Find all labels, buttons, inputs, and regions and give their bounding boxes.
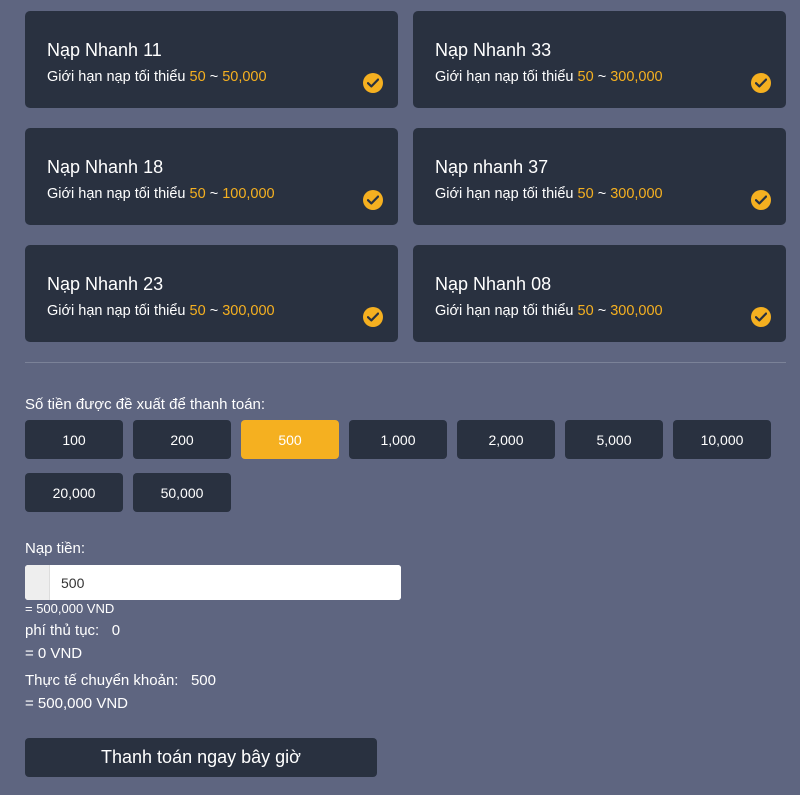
channel-card[interactable]: Nạp nhanh 37 Giới hạn nạp tối thiểu 50 ~… <box>413 128 786 225</box>
limit-min: 50 <box>189 69 206 85</box>
limit-max: 100,000 <box>222 186 275 202</box>
limit-label: Giới hạn nạp tối thiểu <box>47 186 186 202</box>
limit-separator: ~ <box>597 303 607 319</box>
amount-button[interactable]: 100 <box>25 420 123 459</box>
limit-separator: ~ <box>209 303 219 319</box>
deposit-input-group <box>25 565 401 600</box>
limit-min: 50 <box>577 69 594 85</box>
limit-min: 50 <box>577 186 594 202</box>
limit-label: Giới hạn nạp tối thiểu <box>435 186 574 202</box>
channel-title: Nạp Nhanh 08 <box>435 274 552 294</box>
limit-label: Giới hạn nạp tối thiểu <box>435 69 574 85</box>
limit-label: Giới hạn nạp tối thiểu <box>47 69 186 85</box>
channel-limit: Giới hạn nạp tối thiểu 50 ~ 300,000 <box>435 68 786 86</box>
channel-title: Nạp Nhanh 33 <box>435 40 552 60</box>
check-circle-icon <box>751 190 771 210</box>
limit-max: 50,000 <box>222 69 267 85</box>
amount-button[interactable]: 2,000 <box>457 420 555 459</box>
channel-limit: Giới hạn nạp tối thiểu 50 ~ 50,000 <box>47 68 398 86</box>
actual-transfer-label: Thực tế chuyển khoản: 500 <box>25 672 216 689</box>
limit-label: Giới hạn nạp tối thiểu <box>435 303 574 319</box>
channel-list: Nạp Nhanh 11 Giới hạn nạp tối thiểu 50 ~… <box>25 11 786 342</box>
limit-separator: ~ <box>209 186 219 202</box>
suggested-amount-label: Số tiền được đề xuất để thanh toán: <box>25 396 266 413</box>
channel-card[interactable]: Nạp Nhanh 18 Giới hạn nạp tối thiểu 50 ~… <box>25 128 398 225</box>
limit-label: Giới hạn nạp tối thiểu <box>47 303 186 319</box>
amount-button[interactable]: 1,000 <box>349 420 447 459</box>
channel-title: Nạp Nhanh 18 <box>47 157 164 177</box>
channel-title: Nạp Nhanh 11 <box>47 40 162 60</box>
limit-min: 50 <box>189 186 206 202</box>
check-circle-icon <box>363 307 383 327</box>
channel-limit: Giới hạn nạp tối thiểu 50 ~ 300,000 <box>435 302 786 320</box>
limit-min: 50 <box>577 303 594 319</box>
amount-button-selected[interactable]: 500 <box>241 420 339 459</box>
channel-title: Nạp nhanh 37 <box>435 157 549 177</box>
amount-button[interactable]: 20,000 <box>25 473 123 512</box>
deposit-label: Nạp tiền: <box>25 540 86 557</box>
limit-separator: ~ <box>209 69 219 85</box>
check-circle-icon <box>363 190 383 210</box>
input-prefix <box>25 565 50 600</box>
amount-button[interactable]: 10,000 <box>673 420 771 459</box>
channel-title: Nạp Nhanh 23 <box>47 274 164 294</box>
amount-button[interactable]: 5,000 <box>565 420 663 459</box>
limit-separator: ~ <box>597 186 607 202</box>
deposit-amount-input[interactable] <box>50 565 401 600</box>
channel-limit: Giới hạn nạp tối thiểu 50 ~ 100,000 <box>47 185 398 203</box>
channel-card[interactable]: Nạp Nhanh 08 Giới hạn nạp tối thiểu 50 ~… <box>413 245 786 342</box>
limit-min: 50 <box>189 303 206 319</box>
check-circle-icon <box>751 307 771 327</box>
limit-max: 300,000 <box>610 303 663 319</box>
check-circle-icon <box>751 73 771 93</box>
fee-label: phí thủ tục: 0 <box>25 622 121 639</box>
deposit-converted: = 500,000 VND <box>25 601 115 616</box>
channel-limit: Giới hạn nạp tối thiểu 50 ~ 300,000 <box>47 302 398 320</box>
section-divider <box>25 362 786 363</box>
limit-max: 300,000 <box>610 186 663 202</box>
channel-limit: Giới hạn nạp tối thiểu 50 ~ 300,000 <box>435 185 786 203</box>
suggested-amount-list: 100 200 500 1,000 2,000 5,000 10,000 20,… <box>25 420 786 512</box>
channel-card[interactable]: Nạp Nhanh 33 Giới hạn nạp tối thiểu 50 ~… <box>413 11 786 108</box>
pay-now-button[interactable]: Thanh toán ngay bây giờ <box>25 738 377 777</box>
amount-button[interactable]: 200 <box>133 420 231 459</box>
limit-separator: ~ <box>597 69 607 85</box>
channel-card[interactable]: Nạp Nhanh 23 Giới hạn nạp tối thiểu 50 ~… <box>25 245 398 342</box>
actual-transfer-converted: = 500,000 VND <box>25 695 128 712</box>
amount-button[interactable]: 50,000 <box>133 473 231 512</box>
check-circle-icon <box>363 73 383 93</box>
limit-max: 300,000 <box>222 303 275 319</box>
channel-card[interactable]: Nạp Nhanh 11 Giới hạn nạp tối thiểu 50 ~… <box>25 11 398 108</box>
limit-max: 300,000 <box>610 69 663 85</box>
fee-converted: = 0 VND <box>25 645 83 662</box>
